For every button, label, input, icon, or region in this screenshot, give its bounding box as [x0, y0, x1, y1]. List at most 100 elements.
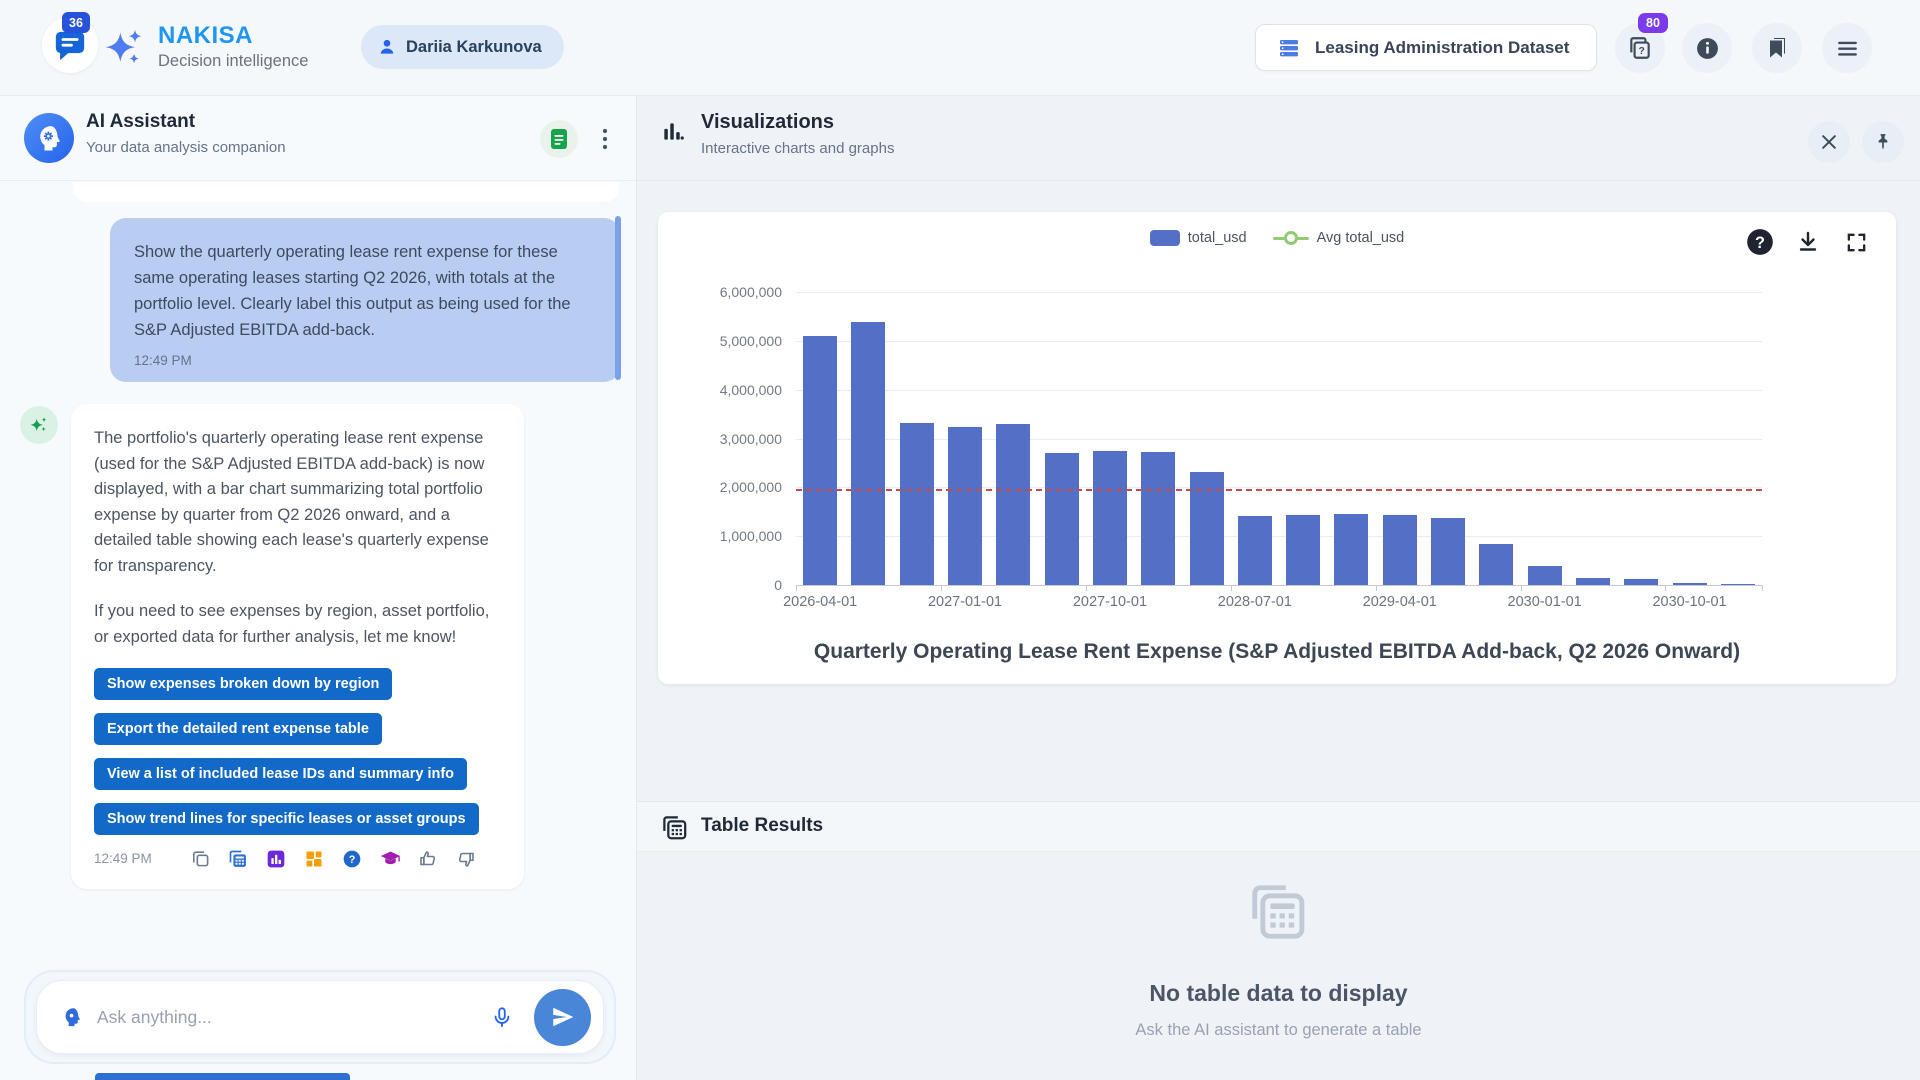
- x-axis-label: 2027-10-01: [1040, 594, 1180, 610]
- chart-download-button[interactable]: [1794, 228, 1822, 256]
- x-axis-tick: [796, 585, 797, 591]
- bar-2029-01-01[interactable]: [1334, 514, 1368, 585]
- partial-bottom-element: [95, 1073, 350, 1080]
- chat-input-pill: [36, 980, 604, 1054]
- bar-2029-04-01[interactable]: [1383, 515, 1417, 585]
- table-view-icon[interactable]: [228, 848, 249, 869]
- table-results-header: Table Results: [637, 801, 1920, 852]
- chat-panel-subtitle: Your data analysis companion: [86, 139, 286, 156]
- dashboard-grid-icon[interactable]: [304, 848, 325, 869]
- table-results-icon: [661, 814, 688, 841]
- ai-message-paragraph: If you need to see expenses by region, a…: [94, 599, 501, 650]
- ai-assistant-panel: AI Assistant Your data analysis companio…: [0, 96, 637, 1080]
- bookmarks-button[interactable]: [1752, 23, 1802, 73]
- ai-response-avatar: [20, 406, 58, 444]
- y-axis-label: 0: [774, 577, 782, 593]
- visualizations-header: Visualizations Interactive charts and gr…: [637, 96, 1920, 181]
- chat-scrollbar-thumb[interactable]: [615, 216, 621, 380]
- x-axis-label: 2030-10-01: [1620, 594, 1760, 610]
- message-toolbar: ?: [190, 848, 477, 869]
- bar-2030-04-01[interactable]: [1576, 578, 1610, 585]
- bookmark-icon: [1765, 36, 1789, 60]
- suggested-action-button[interactable]: Export the detailed rent expense table: [94, 713, 382, 745]
- chart-fullscreen-button[interactable]: [1842, 228, 1870, 256]
- x-axis-label: 2030-01-01: [1475, 594, 1615, 610]
- gridline: [796, 439, 1762, 440]
- bar-2026-07-01[interactable]: [851, 322, 885, 585]
- close-icon: [1819, 132, 1839, 152]
- bar-2028-10-01[interactable]: [1286, 515, 1320, 585]
- pin-panel-button[interactable]: [1862, 121, 1904, 163]
- bar-chart-plot[interactable]: 01,000,0002,000,0003,000,0004,000,0005,0…: [796, 292, 1762, 585]
- average-line: [796, 489, 1762, 491]
- suggested-action-button[interactable]: View a list of included lease IDs and su…: [94, 758, 467, 790]
- copy-icon[interactable]: [190, 848, 211, 869]
- chart-help-button[interactable]: ?: [1746, 228, 1774, 256]
- dataset-selector-button[interactable]: Leasing Administration Dataset: [1255, 24, 1597, 71]
- partial-message-bubble: [73, 182, 619, 202]
- kebab-menu-icon: [602, 127, 608, 151]
- bar-2027-10-01[interactable]: [1093, 451, 1127, 585]
- chart-card: total_usd Avg total_usd ? 01,000,0002,: [658, 212, 1896, 684]
- user-menu[interactable]: Dariia Karkunova: [361, 25, 564, 69]
- bar-2031-01-01[interactable]: [1721, 584, 1755, 586]
- x-axis-tick: [1086, 585, 1087, 591]
- x-axis-tick: [1665, 585, 1666, 591]
- suggested-action-button[interactable]: Show expenses broken down by region: [94, 668, 392, 700]
- bar-2029-07-01[interactable]: [1431, 518, 1465, 585]
- thumbs-up-icon[interactable]: [418, 848, 439, 869]
- bar-2027-01-01[interactable]: [948, 427, 982, 585]
- help-circle-icon[interactable]: ?: [342, 848, 363, 869]
- main-menu-button[interactable]: [1822, 23, 1872, 73]
- help-count-badge: 80: [1638, 13, 1668, 33]
- bar-chart-view-icon[interactable]: [266, 848, 287, 869]
- green-file-icon: [549, 128, 569, 150]
- y-axis-label: 2,000,000: [720, 479, 782, 495]
- export-sheet-button[interactable]: [540, 120, 578, 158]
- empty-state-subtitle: Ask the AI assistant to generate a table: [637, 1021, 1920, 1040]
- send-button[interactable]: [534, 989, 591, 1046]
- gridline: [796, 390, 1762, 391]
- bar-2028-01-01[interactable]: [1141, 452, 1175, 585]
- info-icon: [1695, 36, 1720, 61]
- learn-graduation-icon[interactable]: [380, 848, 401, 869]
- bar-2026-04-01[interactable]: [803, 336, 837, 585]
- bar-2028-07-01[interactable]: [1238, 516, 1272, 585]
- mic-button[interactable]: [484, 999, 520, 1035]
- bar-2030-10-01[interactable]: [1673, 583, 1707, 585]
- chart-toolbar: ?: [1746, 228, 1870, 256]
- bar-2030-01-01[interactable]: [1528, 566, 1562, 585]
- y-axis-label: 5,000,000: [720, 333, 782, 349]
- visualizations-icon: [660, 118, 686, 144]
- legend-label-avg: Avg total_usd: [1317, 230, 1405, 246]
- legend-item-total[interactable]: total_usd: [1150, 230, 1247, 246]
- app-window: 36 NAKISA Decision intelligence Dariia K…: [0, 0, 1920, 1080]
- x-axis-label: 2027-01-01: [895, 594, 1035, 610]
- chat-options-button[interactable]: [588, 120, 622, 158]
- dataset-list-icon: [1276, 36, 1302, 60]
- bar-2030-07-01[interactable]: [1624, 579, 1658, 585]
- bar-2026-10-01[interactable]: [900, 423, 934, 585]
- x-axis-tick: [941, 585, 942, 591]
- x-axis-label: 2026-04-01: [750, 594, 890, 610]
- chart-legend: total_usd Avg total_usd: [658, 230, 1896, 246]
- bar-2027-04-01[interactable]: [996, 424, 1030, 585]
- visualizations-subtitle: Interactive charts and graphs: [701, 140, 894, 157]
- chart-title: Quarterly Operating Lease Rent Expense (…: [658, 640, 1896, 664]
- y-axis-label: 4,000,000: [720, 382, 782, 398]
- brand-subtitle: Decision intelligence: [158, 52, 308, 71]
- thumbs-down-icon[interactable]: [456, 848, 477, 869]
- suggested-action-button[interactable]: Show trend lines for specific leases or …: [94, 803, 479, 835]
- x-axis-tick: [1762, 585, 1763, 591]
- y-axis-label: 1,000,000: [720, 528, 782, 544]
- legend-item-avg[interactable]: Avg total_usd: [1273, 230, 1405, 246]
- help-docs-icon: ?: [1627, 35, 1653, 61]
- bar-2027-07-01[interactable]: [1045, 453, 1079, 585]
- chat-logo-icon: [53, 30, 87, 62]
- chat-input[interactable]: [97, 1007, 484, 1028]
- y-axis-label: 3,000,000: [720, 431, 782, 447]
- user-message-bubble: Show the quarterly operating lease rent …: [110, 218, 620, 382]
- info-button[interactable]: [1682, 23, 1732, 73]
- close-panel-button[interactable]: [1808, 121, 1850, 163]
- bar-2029-10-01[interactable]: [1479, 544, 1513, 585]
